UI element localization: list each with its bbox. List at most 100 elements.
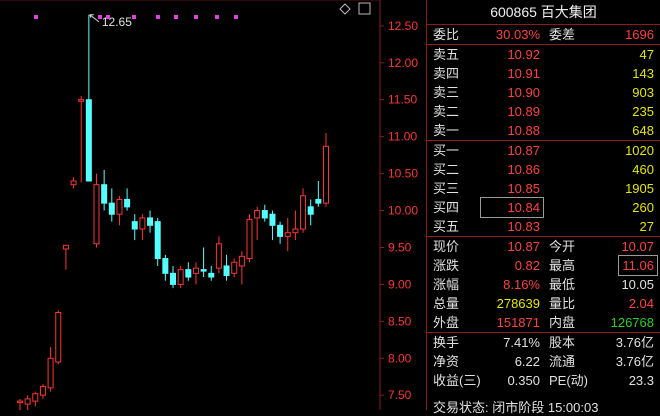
stock-title: 600865 百大集团	[427, 0, 660, 25]
candle-body-down	[185, 269, 192, 278]
ask-label: 卖二	[433, 104, 460, 119]
fund-label: 换手	[433, 335, 460, 350]
candle-body-down	[85, 99, 92, 182]
bid-row[interactable]: 买五 10.83 27	[427, 217, 660, 237]
weicha-label: 委差	[549, 27, 576, 42]
candle-body-down	[277, 224, 284, 237]
y-tick-label: 10.00	[388, 204, 418, 218]
ask-price: 10.90	[507, 85, 540, 100]
y-tick-label: 9.50	[388, 240, 412, 254]
event-marker	[34, 15, 38, 19]
candle-body-down	[131, 221, 138, 230]
candle-body-up	[70, 180, 77, 186]
stat-label: 内盘	[549, 315, 576, 330]
bid-price: 10.86	[507, 162, 540, 177]
ask-volume: 235	[632, 104, 654, 119]
ask-label: 卖四	[433, 66, 460, 81]
ask-row[interactable]: 卖四 10.91 143	[427, 64, 660, 83]
weibi-row: 委比 30.03% 委差 1696	[427, 25, 660, 45]
candle-body-up	[55, 311, 62, 363]
stat-value: 126768	[610, 315, 654, 330]
candle-body-up	[192, 267, 199, 274]
candle-body-down	[208, 272, 215, 278]
bid-price: 10.87	[507, 143, 540, 158]
bid-row[interactable]: 买三 10.85 1905	[427, 179, 660, 198]
diamond-icon[interactable]	[339, 3, 351, 15]
candle-body-down	[101, 184, 108, 204]
stat-value: 8.16%	[503, 277, 540, 292]
event-marker	[234, 15, 238, 19]
candle-body-up	[116, 198, 123, 215]
candle-body-up	[62, 244, 69, 250]
bid-price: 10.84	[480, 197, 544, 218]
candle-body-down	[124, 198, 131, 208]
ask-row[interactable]: 卖二 10.89 235	[427, 102, 660, 121]
candle-body-down	[170, 272, 176, 285]
event-marker	[215, 15, 219, 19]
fund-value: 0.350	[507, 373, 540, 388]
stat-label: 涨跌	[433, 258, 460, 273]
fund-value: 3.76亿	[615, 354, 654, 369]
candle-body-up	[300, 195, 307, 230]
stat-value: 278639	[496, 296, 540, 311]
y-tick-label: 8.50	[388, 314, 412, 328]
ask-price: 10.92	[507, 47, 540, 62]
bid-label: 买五	[433, 219, 460, 234]
fund-row: 换手 7.41% 股本 3.76亿	[427, 333, 660, 352]
stat-row: 现价 10.87 今开 10.07	[427, 237, 660, 256]
bid-label: 买三	[433, 181, 460, 196]
ask-row[interactable]: 卖三 10.90 903	[427, 83, 660, 102]
stat-label: 涨幅	[433, 277, 460, 292]
bid-price: 10.83	[507, 219, 540, 234]
ask-volume: 903	[632, 85, 654, 100]
bid-label: 买四	[433, 200, 460, 215]
stat-label: 总量	[433, 296, 460, 311]
ask-price: 10.89	[507, 104, 540, 119]
ask-volume: 648	[632, 123, 654, 138]
fund-label: PE(动)	[549, 373, 589, 388]
y-tick-label: 9.00	[388, 277, 412, 291]
stat-value: 0.82	[514, 258, 540, 273]
fund-label: 股本	[549, 335, 576, 350]
ask-row[interactable]: 卖一 10.88 648	[427, 121, 660, 141]
candle-body-up	[231, 261, 238, 274]
bid-row[interactable]: 买四 10.84 260	[427, 197, 660, 218]
quote-stats: 现价 10.87 今开 10.07 涨跌 0.82 最高 11.06 涨幅 8.16% 最低 10.0…	[427, 237, 660, 333]
event-marker	[156, 15, 160, 19]
bid-row[interactable]: 买一 10.87 1020	[427, 141, 660, 160]
candle-body-down	[223, 265, 230, 277]
candle-body-down	[261, 210, 268, 219]
candle-body-down	[162, 258, 169, 274]
ask-volume: 47	[639, 47, 654, 62]
candle-body-up	[32, 393, 39, 402]
bid-row[interactable]: 买二 10.86 460	[427, 160, 660, 179]
ask-label: 卖五	[433, 47, 460, 62]
ask-row[interactable]: 卖五 10.92 47	[427, 45, 660, 64]
maximize-icon[interactable]	[358, 2, 371, 15]
bid-label: 买一	[433, 143, 460, 158]
event-marker	[194, 15, 198, 19]
candle-body-up	[323, 145, 329, 204]
candle-body-up	[177, 269, 184, 285]
candle-body-up	[215, 243, 222, 269]
event-marker	[132, 15, 136, 19]
fund-value: 23.3	[628, 373, 654, 388]
candle-body-down	[315, 198, 322, 204]
stat-label: 量比	[549, 296, 576, 311]
stat-value: 11.06	[618, 255, 658, 276]
bid-volume: 27	[639, 219, 654, 234]
bid-label: 买二	[433, 162, 460, 177]
y-tick-label: 11.00	[388, 130, 417, 144]
candle-body-up	[47, 357, 54, 389]
kline-chart[interactable]: 12.50 12.00 11.50 11.00 10.50 10.00 9.50 9.00 8.…	[0, 0, 426, 410]
candle-body-up	[284, 232, 291, 237]
stat-value: 10.05	[621, 277, 654, 292]
candle-body-up	[17, 400, 23, 404]
weibi-value: 30.03%	[495, 27, 540, 42]
fund-row: 收益(三) 0.350 PE(动) 23.3	[427, 371, 660, 390]
ask-volume: 143	[632, 66, 654, 81]
stat-value: 2.04	[628, 296, 654, 311]
y-tick-label: 12.50	[388, 19, 418, 33]
weicha-value: 1696	[625, 27, 654, 42]
quote-panel: 600865 百大集团 委比 30.03% 委差 1696 卖五 10.92 47 卖…	[426, 0, 660, 415]
